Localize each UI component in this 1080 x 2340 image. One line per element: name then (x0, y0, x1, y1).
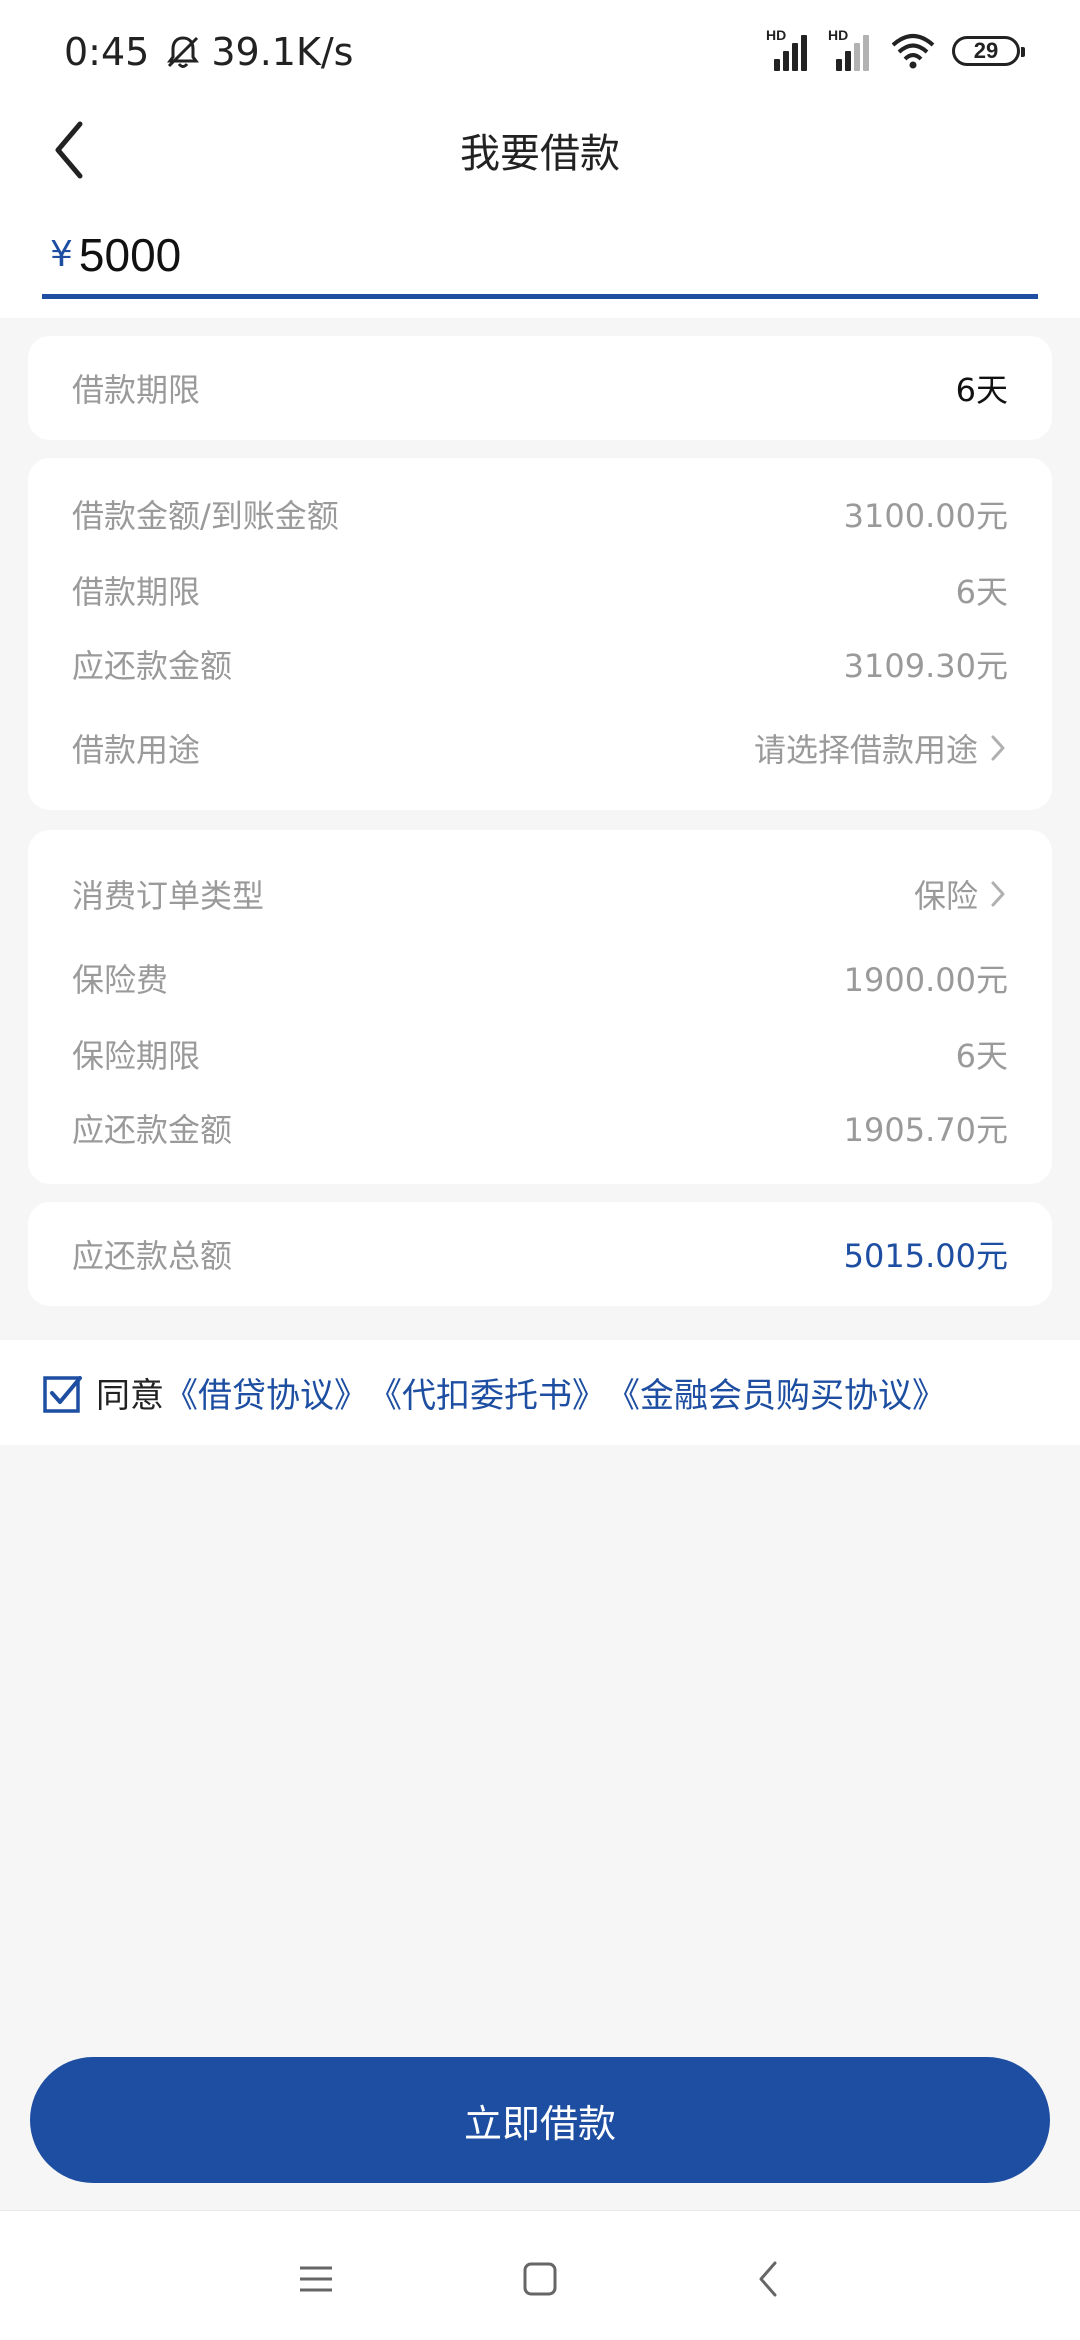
loan-purpose-selector[interactable]: 借款用途 请选择借款用途 (72, 718, 1008, 778)
loan-row-term: 借款期限 6天 (72, 560, 1008, 620)
row-label: 消费订单类型 (72, 877, 265, 915)
row-label: 应还款金额 (72, 1111, 233, 1149)
total-value: 5015.00元 (843, 1237, 1008, 1275)
borrow-now-button[interactable]: 立即借款 (30, 2057, 1050, 2183)
loan-purpose-text: 请选择借款用途 (753, 731, 978, 769)
term-label: 借款期限 (72, 371, 201, 409)
row-label: 保险期限 (72, 1037, 201, 1075)
loan-purpose-value[interactable]: 请选择借款用途 (754, 725, 1008, 771)
row-value: 6天 (955, 573, 1008, 611)
currency-symbol: ¥ (50, 234, 73, 275)
menu-icon (300, 2266, 332, 2292)
agreement-bar: 同意 《借贷协议》 《代扣委托书》 《金融会员购买协议》 (0, 1340, 1080, 1445)
row-label: 借款用途 (72, 731, 201, 769)
total-label: 应还款总额 (72, 1237, 233, 1275)
nav-home-button[interactable] (510, 2249, 570, 2309)
system-nav-bar (0, 2210, 1080, 2340)
row-value: 3109.30元 (843, 647, 1008, 685)
status-left: 0:45 39.1K/s (64, 26, 353, 78)
loan-agreement-link[interactable]: 《借贷协议》 (164, 1368, 368, 1417)
checkbox-checked-icon (43, 1375, 82, 1413)
loan-row-amount: 借款金额/到账金额 3100.00元 (72, 484, 1008, 544)
order-type-text: 保险 (913, 877, 978, 915)
row-label: 借款金额/到账金额 (72, 497, 339, 535)
chevron-right-icon (988, 878, 1008, 910)
row-value: 1905.70元 (843, 1111, 1008, 1149)
status-right: HD HD 29 (766, 27, 1025, 74)
order-type-selector[interactable]: 消费订单类型 保险 (72, 864, 1008, 924)
amount-value[interactable]: 5000 (79, 228, 181, 282)
chevron-right-icon (988, 732, 1008, 764)
row-label: 应还款金额 (72, 647, 233, 685)
net-speed: 39.1K/s (211, 30, 354, 74)
signal-2-icon: HD (828, 27, 874, 71)
nav-back-button[interactable] (738, 2249, 798, 2309)
page-title: 我要借款 (460, 131, 620, 177)
signal-1-icon: HD (766, 27, 812, 71)
bell-off-icon (163, 32, 203, 72)
status-time: 0:45 (64, 30, 150, 74)
debit-authorization-link[interactable]: 《代扣委托书》 (368, 1368, 606, 1417)
agreement-prefix: 同意 (96, 1376, 164, 1416)
home-square-icon (523, 2262, 557, 2296)
term-value: 6天 (955, 371, 1008, 409)
order-row-fee: 保险费 1900.00元 (72, 948, 1008, 1008)
loan-details-card: 借款金额/到账金额 3100.00元 借款期限 6天 应还款金额 3109.30… (28, 458, 1052, 810)
nav-back-icon (759, 2261, 777, 2297)
term-card[interactable]: 借款期限 6天 (28, 336, 1052, 440)
total-card: 应还款总额 5015.00元 (28, 1202, 1052, 1306)
status-bar: 0:45 39.1K/s HD HD 29 (0, 0, 1080, 100)
order-row-term: 保险期限 6天 (72, 1024, 1008, 1084)
wifi-icon (890, 31, 936, 71)
order-row-repay: 应还款金额 1905.70元 (72, 1098, 1008, 1158)
battery-icon: 29 (952, 36, 1025, 66)
row-label: 保险费 (72, 961, 169, 999)
agreement-checkbox[interactable] (42, 1370, 88, 1416)
order-card: 消费订单类型 保险 保险费 1900.00元 保险期限 6天 应还款金额 190… (28, 830, 1052, 1184)
nav-menu-button[interactable] (286, 2249, 346, 2309)
battery-level: 29 (973, 38, 999, 63)
loan-row-repay: 应还款金额 3109.30元 (72, 634, 1008, 694)
row-value: 6天 (955, 1037, 1008, 1075)
row-label: 借款期限 (72, 573, 201, 611)
term-row[interactable]: 借款期限 6天 (72, 358, 1008, 418)
amount-input[interactable]: ¥ 5000 (42, 215, 1038, 299)
order-type-value[interactable]: 保险 (914, 871, 1008, 917)
row-value: 3100.00元 (843, 497, 1008, 535)
row-value: 1900.00元 (843, 961, 1008, 999)
membership-agreement-link[interactable]: 《金融会员购买协议》 (606, 1368, 946, 1417)
total-row: 应还款总额 5015.00元 (72, 1224, 1008, 1284)
